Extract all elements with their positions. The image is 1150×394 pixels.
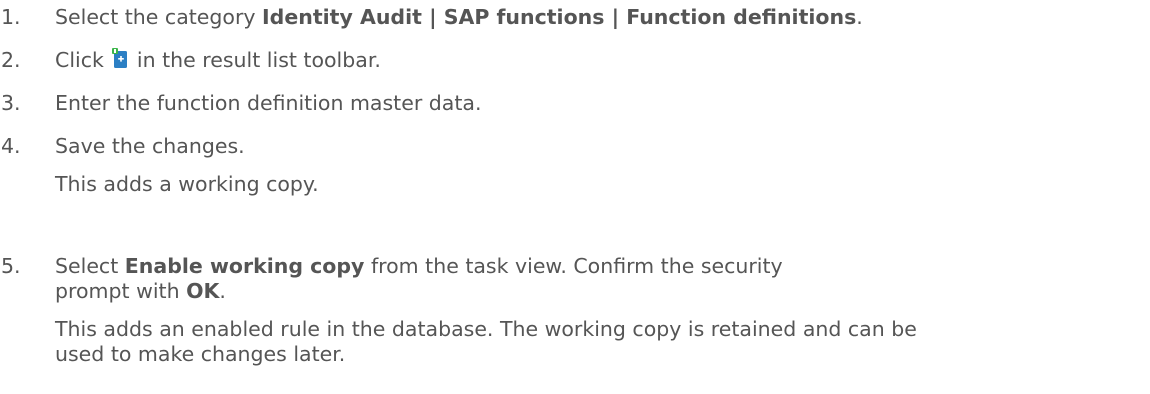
add-new-icon [112,48,128,75]
step-number: 1. [1,5,21,29]
step-text-line2-prefix: prompt with [55,279,187,303]
step-text-suffix: . [219,279,226,303]
step-2: 2. Click in the result list toolbar. [0,48,1140,75]
step-text: Enter the function definition master dat… [55,91,482,115]
step-number: 5. [1,254,21,278]
step-note: This adds an enabled rule in the databas… [55,317,1140,367]
step-note: This adds a working copy. [55,172,319,196]
confirm-button-name: OK [186,279,220,303]
step-text: Select the category Identity Audit | SAP… [55,5,1140,30]
task-name: Enable working copy [124,254,365,278]
step-number: 3. [1,91,21,115]
step-text: Select Enable working copy from the task… [55,254,1140,304]
step-5: 5. Select Enable working copy from the t… [0,254,1140,367]
add-new-icon-graphic [112,48,128,68]
step-number: 4. [1,134,21,158]
step-text-suffix: in the result list toolbar. [136,48,381,72]
step-number: 2. [1,48,21,72]
step-1: 1. Select the category Identity Audit | … [0,5,1140,30]
step-text-prefix: Select [55,254,125,278]
step-text-suffix: . [856,5,863,29]
step-note-line2: used to make changes later. [55,342,346,366]
step-text-line2: prompt with OK. [55,279,1140,304]
step-text-prefix: Select the category [55,5,263,29]
category-path: Identity Audit | SAP functions | Functio… [262,5,857,29]
step-note-line1: This adds an enabled rule in the databas… [55,317,917,341]
step-3: 3. Enter the function definition master … [0,91,1140,116]
step-text: Save the changes. [55,134,245,158]
step-4: 4. Save the changes. This adds a working… [0,134,1140,197]
step-text-prefix: Click [55,48,104,72]
step-text-middle: from the task view. Confirm the security [364,254,783,278]
step-text: Click in the result list toolbar. [55,48,1140,75]
